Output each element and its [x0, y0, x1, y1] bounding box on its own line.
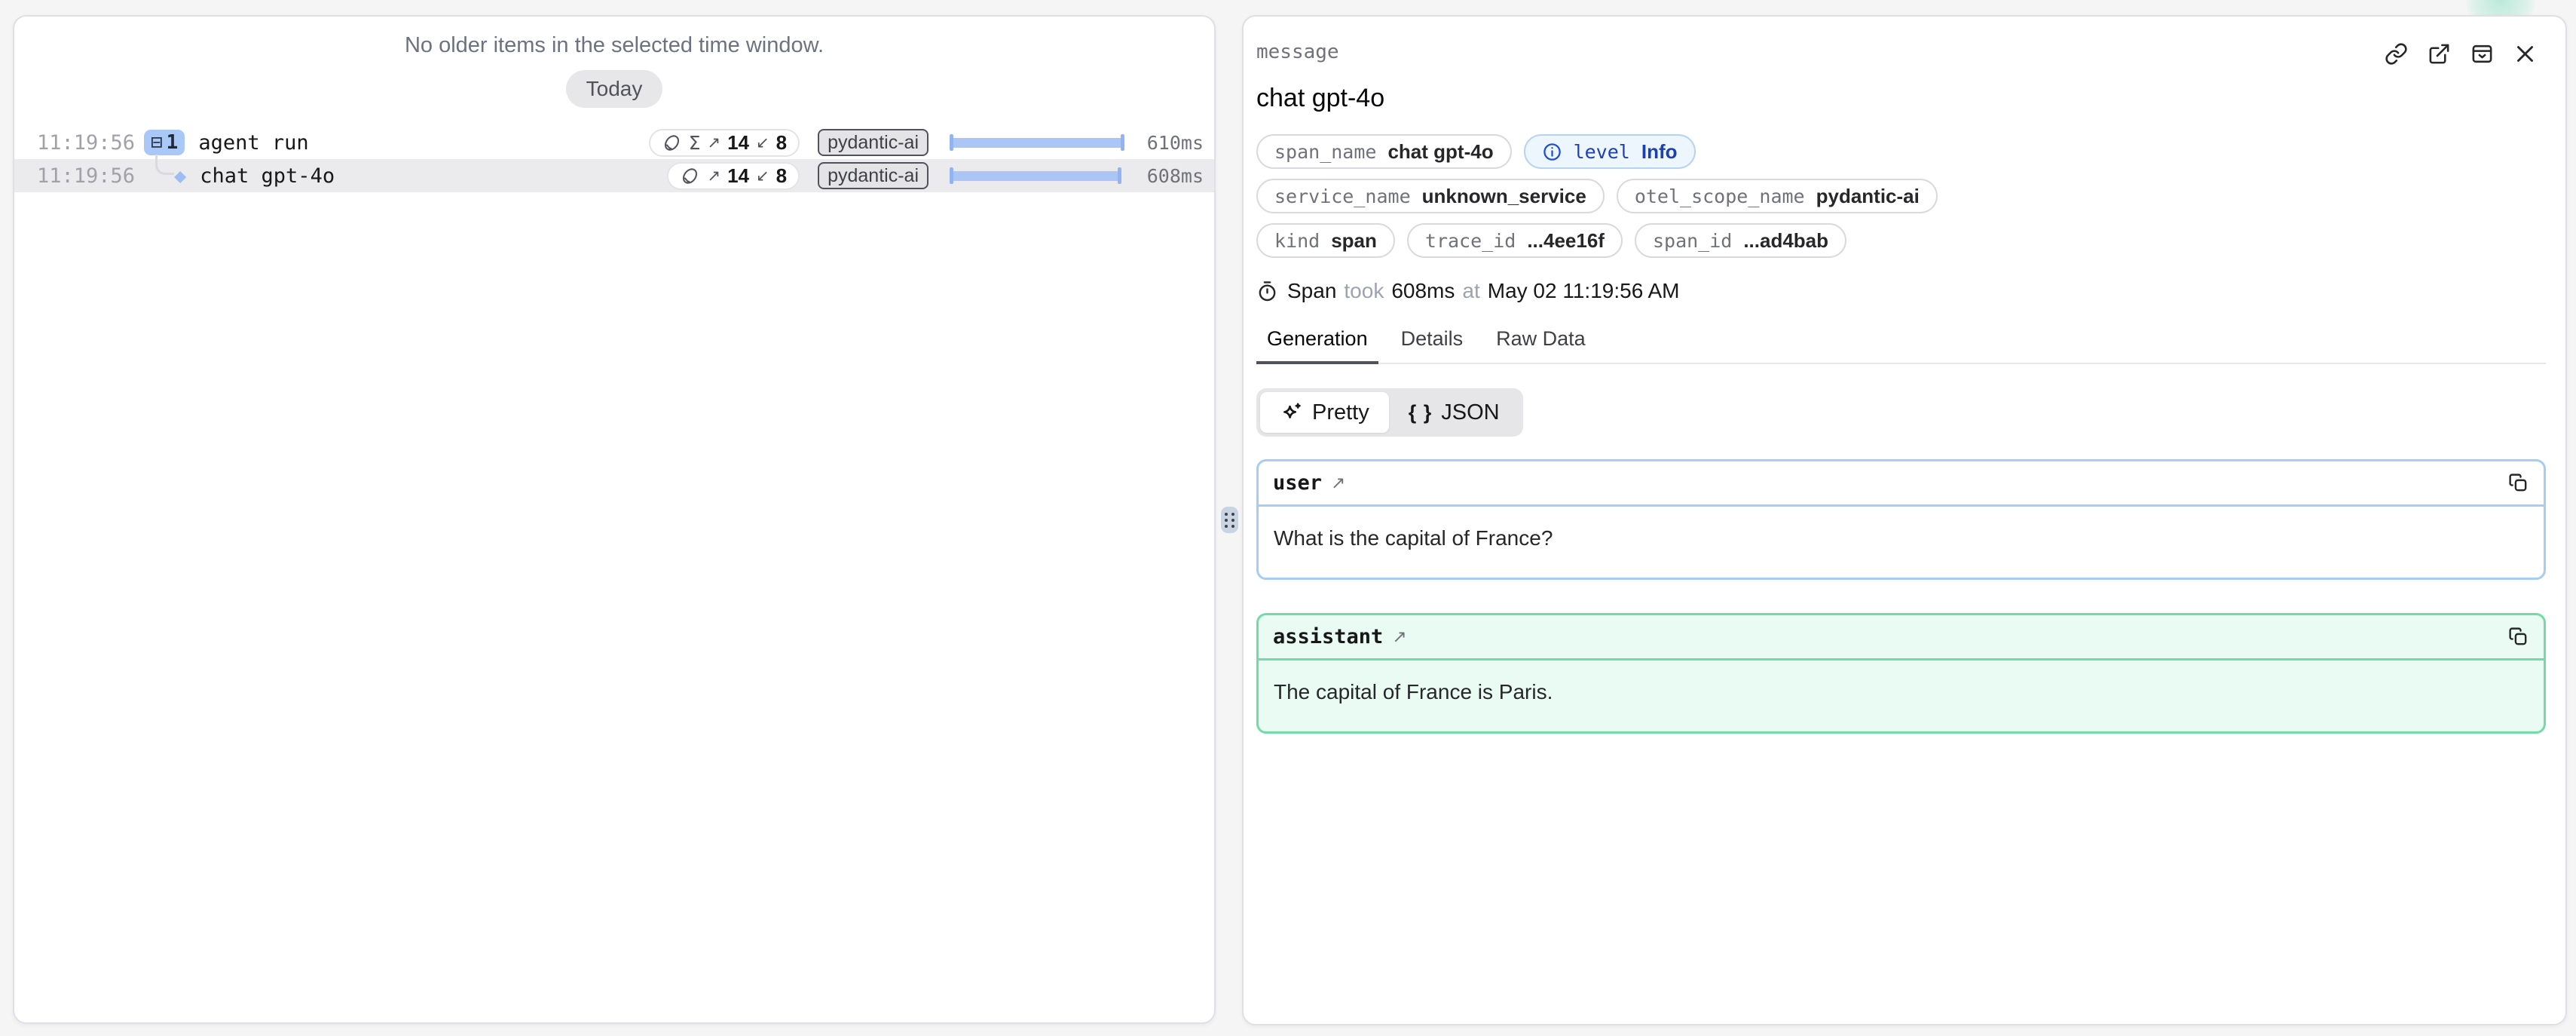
attr-key: trace_id	[1425, 230, 1516, 252]
span-timeline-bar	[950, 134, 1124, 151]
message-card-assistant: assistant ↗ The capital of France is Par…	[1256, 613, 2546, 734]
span-title: chat gpt-4o	[1256, 84, 2546, 113]
attr-value: pydantic-ai	[1816, 185, 1920, 208]
info-icon	[1542, 142, 1562, 162]
copy-message-icon[interactable]	[2507, 626, 2529, 648]
json-toggle-label: JSON	[1441, 400, 1499, 425]
message-content: The capital of France is Paris.	[1259, 661, 2544, 731]
attr-value: span	[1331, 229, 1377, 253]
attr-level[interactable]: level Info	[1524, 134, 1696, 169]
tab-generation[interactable]: Generation	[1256, 326, 1378, 364]
attr-service-name[interactable]: service_name unknown_service	[1256, 179, 1605, 213]
trace-list-panel: No older items in the selected time wind…	[13, 15, 1216, 1024]
span-rows: 11:19:56 ⊟ 1 agent run Σ ↗ 14 ↙ 8 pydant…	[14, 126, 1214, 192]
conversation-messages: user ↗ What is the capital of France? as…	[1256, 459, 2546, 734]
children-count: 1	[167, 131, 179, 154]
span-duration: 610ms	[1124, 132, 1204, 154]
attribute-pills: span_name chat gpt-4o level Info service…	[1256, 134, 2546, 258]
pretty-toggle-label: Pretty	[1312, 400, 1369, 425]
tokens-in-count: 14	[727, 164, 749, 188]
grip-dots-icon	[1225, 513, 1234, 528]
tokens-summary-pill: ↗ 14 ↙ 8	[667, 162, 800, 190]
span-duration-line: Span took 608ms at May 02 11:19:56 AM	[1256, 279, 2546, 303]
span-diamond-icon: ◆	[174, 166, 186, 186]
attr-value: ...4ee16f	[1527, 229, 1605, 253]
stopwatch-icon	[1256, 280, 1278, 302]
braces-icon: { }	[1409, 401, 1433, 425]
attr-value: Info	[1641, 140, 1678, 164]
sum-icon: Σ	[689, 132, 701, 154]
tokens-out-count: 8	[776, 164, 787, 188]
attr-otel-scope-name[interactable]: otel_scope_name pydantic-ai	[1617, 179, 1938, 213]
copy-message-icon[interactable]	[2507, 472, 2529, 494]
attr-key: service_name	[1274, 185, 1411, 207]
tab-raw-data[interactable]: Raw Data	[1485, 326, 1596, 364]
attr-trace-id[interactable]: trace_id ...4ee16f	[1407, 223, 1623, 258]
span-duration: 608ms	[1124, 165, 1204, 187]
span-row-agent-run[interactable]: 11:19:56 ⊟ 1 agent run Σ ↗ 14 ↙ 8 pydant…	[14, 126, 1214, 159]
message-content: What is the capital of France?	[1259, 507, 2544, 578]
span-kind-kicker: message	[1256, 41, 1339, 63]
role-link-arrow-icon[interactable]: ↗	[1392, 627, 1406, 647]
pretty-toggle-button[interactable]: Pretty	[1260, 392, 1389, 433]
close-icon[interactable]	[2513, 42, 2537, 66]
tree-connector	[155, 155, 174, 175]
span-timeline-bar	[950, 167, 1124, 184]
collapse-children-button[interactable]: ⊟ 1	[144, 130, 185, 155]
copy-link-icon[interactable]	[2385, 42, 2408, 66]
message-role-label[interactable]: assistant	[1273, 625, 1383, 648]
tokens-in-icon: ↗	[707, 167, 720, 185]
tokens-out-icon: ↙	[756, 167, 769, 185]
tab-details[interactable]: Details	[1390, 326, 1474, 364]
attr-key: span_name	[1274, 141, 1376, 163]
message-role-label[interactable]: user	[1273, 471, 1322, 495]
panel-resize-handle[interactable]	[1221, 507, 1238, 533]
duration-word: Span	[1287, 279, 1336, 303]
span-name-label: agent run	[198, 131, 308, 155]
tokens-in-icon: ↗	[707, 133, 720, 152]
detail-tabs: Generation Details Raw Data	[1256, 326, 2546, 364]
today-button[interactable]: Today	[566, 70, 663, 108]
duration-word: at	[1462, 279, 1479, 303]
role-link-arrow-icon[interactable]: ↗	[1331, 473, 1345, 493]
sparkle-icon	[1280, 401, 1303, 425]
json-toggle-button[interactable]: { } JSON	[1389, 392, 1519, 433]
attr-span-id[interactable]: span_id ...ad4bab	[1635, 223, 1846, 258]
duration-value: 608ms	[1391, 279, 1455, 303]
duration-word: took	[1344, 279, 1384, 303]
view-mode-toggle: Pretty { } JSON	[1256, 388, 1523, 437]
attr-kind[interactable]: kind span	[1256, 223, 1395, 258]
attr-value: ...ad4bab	[1743, 229, 1828, 253]
message-card-user: user ↗ What is the capital of France?	[1256, 459, 2546, 580]
tokens-in-count: 14	[727, 131, 749, 155]
attr-key: level	[1574, 141, 1630, 163]
tokens-icon	[680, 166, 700, 186]
span-timestamp: 11:19:56	[37, 164, 127, 188]
empty-notice: No older items in the selected time wind…	[14, 17, 1214, 58]
attr-key: kind	[1274, 230, 1320, 252]
scope-tag: pydantic-ai	[818, 129, 929, 156]
tokens-out-icon: ↙	[756, 133, 769, 152]
attr-span-name[interactable]: span_name chat gpt-4o	[1256, 134, 1512, 169]
tokens-icon	[662, 133, 682, 153]
span-detail-panel: message chat gpt-4o spa	[1242, 15, 2567, 1025]
dock-panel-icon[interactable]	[2470, 42, 2494, 66]
attr-key: span_id	[1653, 230, 1732, 252]
span-row-chat-gpt4o[interactable]: 11:19:56 ◆ chat gpt-4o ↗ 14 ↙ 8 pydantic…	[14, 159, 1214, 192]
attr-value: chat gpt-4o	[1387, 140, 1493, 164]
span-timestamp: 11:19:56	[37, 131, 127, 155]
scope-tag: pydantic-ai	[818, 162, 929, 189]
span-start-timestamp: May 02 11:19:56 AM	[1488, 279, 1680, 303]
attr-value: unknown_service	[1422, 185, 1586, 208]
collapse-minus-icon: ⊟	[151, 133, 163, 152]
attr-key: otel_scope_name	[1635, 185, 1805, 207]
open-external-icon[interactable]	[2428, 42, 2451, 66]
tokens-summary-pill: Σ ↗ 14 ↙ 8	[649, 129, 800, 157]
span-name-label: chat gpt-4o	[200, 164, 335, 188]
tokens-out-count: 8	[776, 131, 787, 155]
